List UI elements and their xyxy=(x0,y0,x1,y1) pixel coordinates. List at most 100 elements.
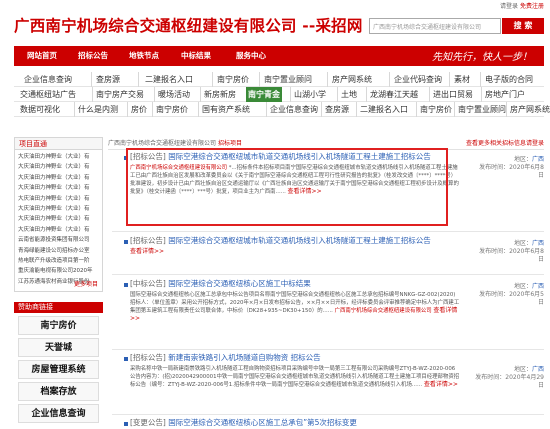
register-link[interactable]: 免费注册 xyxy=(520,3,544,10)
nav-award-result[interactable]: 中标结果 xyxy=(181,46,211,66)
sponsor-link[interactable]: 房屋管理系统 xyxy=(18,360,99,379)
date-label: 发布时间： xyxy=(479,164,510,171)
link-item[interactable]: 南宁房价 xyxy=(416,102,452,117)
header: 广西南宁机场综合交通枢纽建设有限公司 --采招网 广西南宁机场综合交通枢纽建设有… xyxy=(0,10,550,40)
link-item[interactable]: 房产网系统 xyxy=(327,72,372,87)
date-label: 发布时间： xyxy=(475,374,506,381)
result-summary: 国际空港综合交通枢纽核心区施工总承包中标公告项目名称南宁国际空港综合交通枢纽核心… xyxy=(130,291,460,323)
result-item: [变更公告] 国际空港综合交通枢纽核心区施工总承包”第5次招标变更 xyxy=(130,418,460,428)
view-details-link[interactable]: 查看详情>> xyxy=(424,381,458,388)
link-item[interactable]: 南宁置业顾问 xyxy=(454,102,506,117)
date-value: 2020年4月29日 xyxy=(505,374,544,389)
result-title[interactable]: [变更公告] 国际空港综合交通枢纽核心区施工总承包”第5次招标变更 xyxy=(130,418,460,428)
link-item[interactable]: 南宁房产交易 xyxy=(92,87,144,102)
link-item[interactable]: 南宁置业顾问 xyxy=(259,72,312,87)
project-link[interactable]: 大庆油田力神野业（大业）有 xyxy=(18,152,99,162)
view-details-link[interactable]: 查看详情>> xyxy=(130,248,164,255)
result-title-text[interactable]: 新建南崇铁路引入机场隧道自购物资 招标公告 xyxy=(168,353,320,362)
sidebar-sponsors: 赞助商链接 南宁房价 天誉城 房屋管理系统 档案存放 企业信息查询 xyxy=(14,302,103,429)
result-title[interactable]: [招标公告] 国际空港综合交通枢纽城市轨道交通机场线引入机场隧道工程土建施工招标… xyxy=(130,236,460,246)
sponsor-link[interactable]: 企业信息查询 xyxy=(18,404,99,423)
result-keyword: 广西南宁机场综合交通枢纽建设有限公司 xyxy=(334,308,432,314)
result-title-text[interactable]: 国际空港综合交通枢纽核心区施工总承包”第5次招标变更 xyxy=(168,418,357,427)
link-item[interactable]: 企业代码查询 xyxy=(389,72,442,87)
result-meta: 地区：广西 发布时间：2020年6月8日 xyxy=(474,240,544,264)
project-link[interactable]: 大庆油田力神野业（大业）有 xyxy=(18,162,99,172)
result-tag: [招标公告] xyxy=(130,353,166,362)
link-item[interactable]: 素材 xyxy=(449,72,470,87)
divider xyxy=(112,274,544,275)
link-item[interactable]: 房产网系统 xyxy=(506,102,550,117)
region-value[interactable]: 广西 xyxy=(532,283,544,290)
result-title[interactable]: [中标公告] 国际空港综合交通枢纽核心区施工中标结果 xyxy=(130,279,460,289)
project-link[interactable]: 大庆油田力神野业（大业）有 xyxy=(18,183,99,193)
link-item[interactable]: 查房源 xyxy=(91,72,120,87)
link-item[interactable]: 二建报名入口 xyxy=(138,72,193,87)
sponsor-link[interactable]: 南宁房价 xyxy=(18,316,99,335)
link-item[interactable]: 电子版的合同 xyxy=(480,72,533,87)
search-button[interactable]: 搜 索 xyxy=(502,18,544,34)
region-value[interactable]: 广西 xyxy=(532,156,544,163)
project-link[interactable]: 大庆油田力神野业（大业）有 xyxy=(18,194,99,204)
link-item[interactable]: 什么是内测 xyxy=(74,102,118,117)
region-value[interactable]: 广西 xyxy=(532,240,544,247)
login-link[interactable]: 请登录 xyxy=(500,3,518,10)
result-title-text[interactable]: 国际空港综合交通枢纽核心区施工中标结果 xyxy=(168,279,311,288)
link-item[interactable]: 新房新房 xyxy=(200,87,236,102)
link-item-highlight[interactable]: 南宁青金 xyxy=(246,87,282,102)
top-strip: 请登录 免费注册 xyxy=(0,0,550,10)
project-link[interactable]: 大庆油田力神野业（大业）有 xyxy=(18,204,99,214)
project-link[interactable]: 青海绿能建设公司招标办公室 xyxy=(18,246,99,256)
nav-service-center[interactable]: 服务中心 xyxy=(236,46,266,66)
nav-home[interactable]: 网站首页 xyxy=(27,46,57,66)
result-title[interactable]: [招标公告] 新建南崇铁路引入机场隧道自购物资 招标公告 xyxy=(130,353,460,363)
bullet-icon xyxy=(124,357,128,361)
project-link[interactable]: 热电联产升级改造项目第一阶 xyxy=(18,256,99,266)
link-grid: 企业信息查询 查房源 二建报名入口 南宁房价 南宁置业顾问 房产网系统 企业代码… xyxy=(14,72,550,117)
link-item[interactable]: 企业信息查询 xyxy=(24,72,72,87)
project-link[interactable]: 云南省能源投资集团有限公司 xyxy=(18,235,99,245)
result-item: [中标公告] 国际空港综合交通枢纽核心区施工中标结果 国际空港综合交通枢纽核心区… xyxy=(130,279,460,323)
search-input[interactable]: 广西南宁机场综合交通枢纽建设有限公司 xyxy=(369,18,501,34)
project-link[interactable]: 大庆油田力神野业（大业）有 xyxy=(18,214,99,224)
link-item[interactable]: 土地 xyxy=(337,87,357,102)
nav-slogan: 先知先行，快人一步！ xyxy=(432,52,532,63)
divider xyxy=(112,231,544,232)
breadcrumb-section[interactable]: 招标项目 xyxy=(218,140,242,147)
result-summary: 查看详情>> xyxy=(130,248,460,256)
login-more-link[interactable]: 查看更多相关招标信息请登录 xyxy=(466,138,544,150)
result-tag: [变更公告] xyxy=(130,418,166,427)
link-item[interactable]: 企业信息查询 xyxy=(266,102,318,117)
result-item: [招标公告] 新建南崇铁路引入机场隧道自购物资 招标公告 采购名称中铁一局新建南… xyxy=(130,353,460,389)
link-item[interactable]: 房地产门户 xyxy=(481,87,525,102)
link-item[interactable]: 山湖小学 xyxy=(290,87,326,102)
result-meta: 地区：广西 发布时间：2020年6月5日 xyxy=(474,283,544,307)
link-row: 数据可视化 什么是内测 房价 南宁房价 国有资产系统 企业信息查询 查房源 二建… xyxy=(14,102,550,117)
link-item[interactable]: 查房源 xyxy=(321,102,349,117)
link-item[interactable]: 南宁房价 xyxy=(152,102,188,117)
more-projects-link[interactable]: 更多项目 xyxy=(74,279,98,288)
link-item[interactable]: 数据可视化 xyxy=(20,102,60,117)
sidebar-projects: 项目直通 大庆油田力神野业（大业）有 大庆油田力神野业（大业）有 大庆油田力神野… xyxy=(14,137,103,292)
project-link[interactable]: 大庆油田力神野业（大业）有 xyxy=(18,225,99,235)
link-item[interactable]: 二建报名入口 xyxy=(356,102,408,117)
login-links: 请登录 免费注册 xyxy=(500,1,544,10)
project-link[interactable]: 重庆渝能电视有限公司2020年 xyxy=(18,266,99,276)
link-item[interactable]: 龙湖春江天越 xyxy=(366,87,418,102)
site-title: 广西南宁机场综合交通枢纽建设有限公司 --采招网 xyxy=(14,17,363,35)
date-value: 2020年6月8日 xyxy=(509,248,544,263)
sponsor-link[interactable]: 档案存放 xyxy=(18,382,99,401)
nav-metro-node[interactable]: 地铁节点 xyxy=(129,46,159,66)
link-item[interactable]: 进出口贸易 xyxy=(429,87,473,102)
nav-bid-notice[interactable]: 招标公告 xyxy=(78,46,108,66)
link-item[interactable]: 交通枢纽站广告 xyxy=(20,87,76,102)
link-item[interactable]: 房价 xyxy=(127,102,147,117)
sponsor-link[interactable]: 天誉城 xyxy=(18,338,99,357)
link-item[interactable]: 国有资产系统 xyxy=(198,102,250,117)
link-item[interactable]: 暖场活动 xyxy=(154,87,190,102)
link-item[interactable]: 南宁房价 xyxy=(212,72,249,87)
result-title-text[interactable]: 国际空港综合交通枢纽城市轨道交通机场线引入机场隧道工程土建施工招标公告 xyxy=(168,236,431,245)
project-link[interactable]: 大庆油田力神野业（大业）有 xyxy=(18,173,99,183)
sponsor-heading: 赞助商链接 xyxy=(14,302,103,313)
region-value[interactable]: 广西 xyxy=(532,366,544,373)
